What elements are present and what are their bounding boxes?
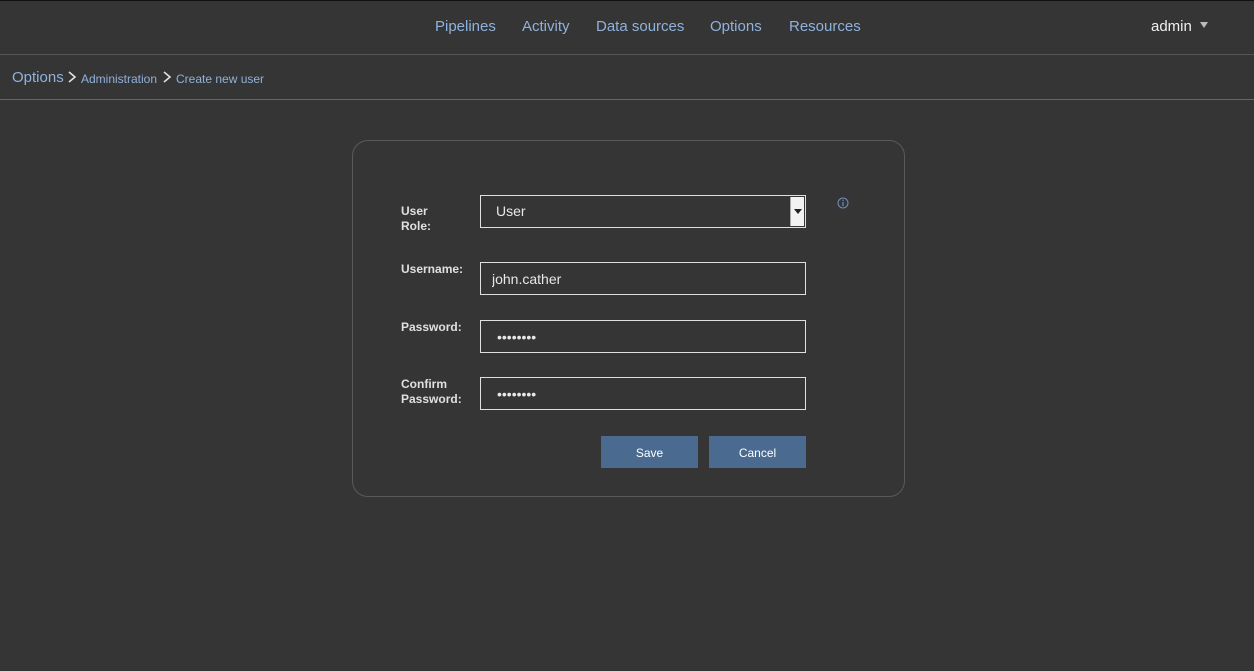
info-circle-icon[interactable] (837, 197, 849, 209)
username-label: Username: (401, 262, 464, 276)
breadcrumb-administration[interactable]: Administration (81, 72, 157, 86)
nav-resources[interactable]: Resources (789, 18, 861, 35)
breadcrumb-create-new-user: Create new user (176, 72, 265, 86)
nav-activity[interactable]: Activity (522, 18, 570, 35)
user-menu[interactable]: admin (1151, 18, 1208, 35)
nav-data-sources[interactable]: Data sources (596, 18, 684, 35)
caret-down-icon (1199, 22, 1208, 29)
save-button[interactable]: Save (601, 436, 698, 468)
confirm-password-label-line1: Confirm (401, 377, 447, 391)
chevron-right-icon (68, 71, 77, 83)
confirm-password-label: Confirm Password: (401, 377, 462, 407)
password-label: Password: (401, 320, 462, 334)
dropdown-arrow-icon[interactable] (790, 197, 804, 226)
nav-options[interactable]: Options (710, 18, 762, 35)
breadcrumb-options[interactable]: Options (12, 69, 64, 86)
user-role-label-line2: Role: (401, 219, 431, 233)
user-role-select[interactable]: User (480, 195, 806, 228)
user-role-selected-value: User (496, 203, 526, 219)
username-field[interactable] (480, 262, 806, 295)
breadcrumb: Options Administration Create new user (0, 56, 1254, 100)
user-name: admin (1151, 18, 1192, 35)
confirm-password-label-line2: Password: (401, 392, 462, 406)
chevron-right-icon (163, 71, 172, 83)
user-role-label: User Role: (401, 204, 431, 234)
password-field[interactable] (480, 320, 806, 353)
top-navigation-bar: Pipelines Activity Data sources Options … (0, 1, 1254, 55)
nav-pipelines[interactable]: Pipelines (435, 18, 496, 35)
confirm-password-field[interactable] (480, 377, 806, 410)
user-role-label-line1: User (401, 204, 428, 218)
cancel-button[interactable]: Cancel (709, 436, 806, 468)
